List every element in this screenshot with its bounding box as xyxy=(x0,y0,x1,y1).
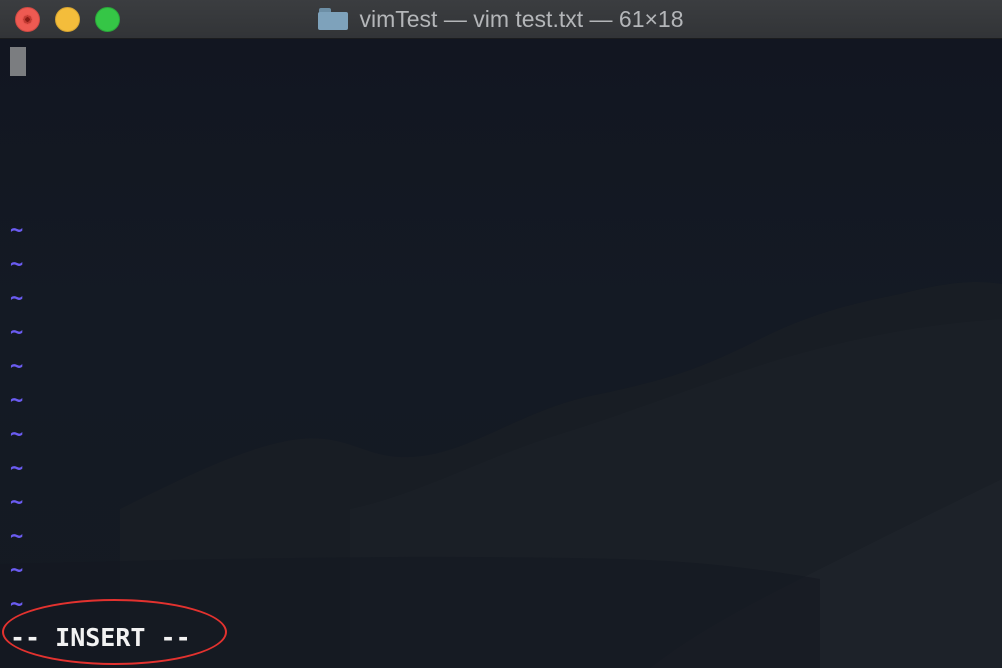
empty-line-marker: ~ xyxy=(10,320,24,345)
empty-line-marker: ~ xyxy=(10,456,24,481)
terminal-content[interactable]: ~ ~ ~ ~ ~ ~ ~ ~ ~ ~ ~ ~ -- INSERT -- xyxy=(0,39,1002,668)
empty-line-marker: ~ xyxy=(10,558,24,583)
empty-line-marker: ~ xyxy=(10,354,24,379)
empty-line-marker: ~ xyxy=(10,490,24,515)
empty-line-marker: ~ xyxy=(10,524,24,549)
empty-line-marker: ~ xyxy=(10,218,24,243)
desktop-background-landscape xyxy=(0,282,1002,668)
empty-line-marker: ~ xyxy=(10,286,24,311)
empty-line-marker: ~ xyxy=(10,388,24,413)
empty-line-marker: ~ xyxy=(10,252,24,277)
empty-line-marker: ~ xyxy=(10,422,24,447)
window-title: vimTest — vim test.txt — 61×18 xyxy=(359,5,684,32)
terminal-window: vimTest — vim test.txt — 61×18 ~ ~ ~ ~ ~… xyxy=(0,0,1002,668)
title-bar[interactable]: vimTest — vim test.txt — 61×18 xyxy=(0,0,1002,39)
folder-icon xyxy=(318,8,349,30)
text-cursor xyxy=(10,47,26,76)
annotation-ellipse xyxy=(2,599,227,665)
window-title-area: vimTest — vim test.txt — 61×18 xyxy=(0,0,1002,38)
